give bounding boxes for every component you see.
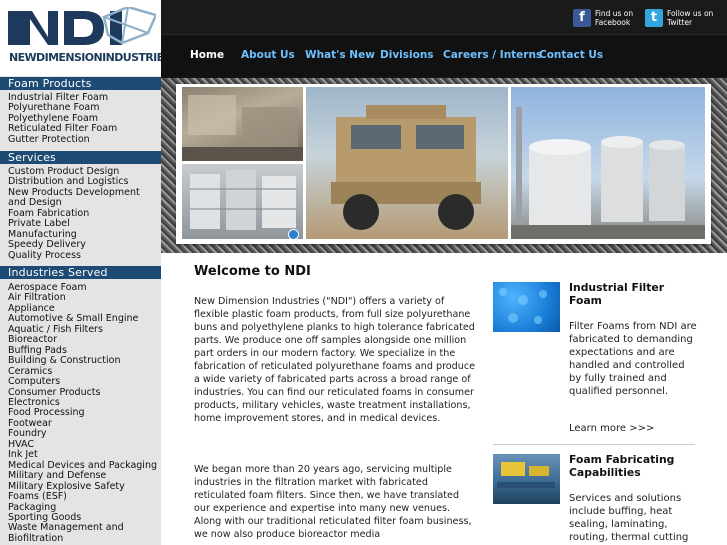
nav-whats-new[interactable]: What's New	[305, 49, 375, 61]
section-header-services: Services	[0, 151, 161, 164]
nav-careers[interactable]: Careers / Interns	[443, 49, 542, 61]
slideshow-dot[interactable]	[288, 229, 299, 240]
twitter-link[interactable]: t Follow us on Twitter	[645, 8, 713, 28]
intro-paragraph: New Dimension Industries ("NDI") offers …	[194, 296, 476, 424]
banner-photo-military-vehicle	[306, 87, 508, 239]
service-link[interactable]: New Products Development and Design	[8, 187, 158, 209]
learn-more-link[interactable]: Learn more >>>	[569, 423, 654, 434]
nav-contact-us[interactable]: Contact Us	[539, 49, 603, 61]
twitter-label-line2: Twitter	[667, 18, 693, 27]
logo-text: NEWDIMENSIONINDUSTRIESLLC	[9, 51, 161, 64]
facebook-link[interactable]: f Find us on Facebook	[573, 8, 633, 28]
banner	[161, 78, 727, 253]
nav-home[interactable]: Home	[190, 49, 224, 61]
social-bar: f Find us on Facebook t Follow us on Twi…	[161, 0, 727, 34]
feature-text-foam-fabricating: Services and solutions include buffing, …	[569, 493, 689, 543]
history-paragraph: We began more than 20 years ago, servici…	[194, 464, 472, 540]
sidebar: NEWDIMENSIONINDUSTRIESLLC Foam Products …	[0, 0, 161, 545]
page-title: Welcome to NDI	[194, 264, 311, 279]
main-nav: Home About Us What's New Divisions Caree…	[161, 34, 727, 76]
feature-text-filter-foam: Filter Foams from NDI are fabricated to …	[569, 321, 697, 397]
banner-photo-filters	[182, 164, 303, 239]
site-header: f Find us on Facebook t Follow us on Twi…	[161, 0, 727, 78]
foam-fabricating-thumbnail[interactable]	[493, 454, 560, 504]
filter-foam-thumbnail[interactable]	[493, 282, 560, 332]
twitter-label-line1: Follow us on	[667, 9, 714, 18]
foam-product-link[interactable]: Gutter Protection	[8, 134, 158, 145]
twitter-icon: t	[645, 9, 663, 27]
industries-list: Aerospace Foam Air Filtration Appliance …	[8, 282, 158, 544]
foam-products-list: Industrial Filter Foam Polyurethane Foam…	[8, 92, 158, 145]
facebook-label-line1: Find us on	[595, 9, 634, 18]
ndi-logo-icon	[8, 7, 156, 45]
service-link[interactable]: Quality Process	[8, 250, 158, 261]
services-list: Custom Product Design Distribution and L…	[8, 166, 158, 261]
section-header-foam-products: Foam Products	[0, 77, 161, 90]
industry-link[interactable]: Military Explosive Safety Foams (ESF)	[8, 481, 158, 503]
feature-divider	[493, 444, 695, 445]
nav-about-us[interactable]: About Us	[241, 49, 295, 61]
banner-photo-foam-panels	[182, 87, 303, 161]
section-header-industries: Industries Served	[0, 266, 161, 279]
banner-slideshow	[176, 84, 711, 244]
facebook-label-line2: Facebook	[595, 18, 631, 27]
feature-title-foam-fabricating[interactable]: Foam Fabricating Capabilities	[569, 453, 699, 479]
banner-photo-storage-tanks	[511, 87, 705, 239]
nav-divisions[interactable]: Divisions	[380, 49, 434, 61]
industry-link[interactable]: Computers	[8, 376, 158, 387]
industry-link[interactable]: Waste Management and Biofiltration	[8, 523, 158, 544]
logo[interactable]: NEWDIMENSIONINDUSTRIESLLC	[0, 0, 161, 76]
feature-title-filter-foam[interactable]: Industrial Filter Foam	[569, 281, 699, 307]
facebook-icon: f	[573, 9, 591, 27]
